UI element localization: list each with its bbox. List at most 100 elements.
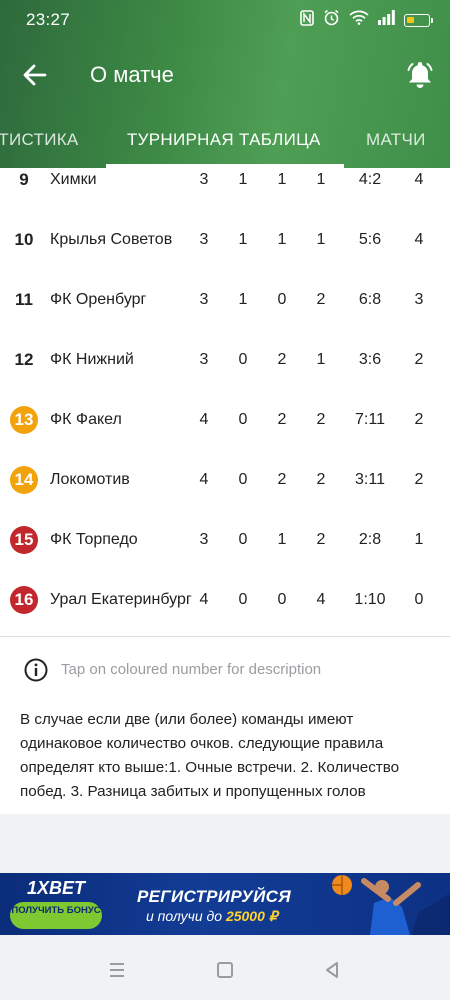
played-cell: 4 (199, 411, 209, 428)
losses-cell: 2 (316, 291, 326, 308)
wins-cell: 0 (238, 351, 248, 368)
page-title: О матче (90, 62, 174, 87)
team-name: Урал Екатеринбург (50, 591, 192, 608)
position-number: 12 (14, 350, 34, 369)
team-name: ФК Торпедо (50, 531, 138, 548)
table-row[interactable]: 11 ФК Оренбург 3 1 0 2 6:8 3 (0, 270, 450, 330)
goals-cell: 4:2 (358, 171, 382, 188)
table-row[interactable]: 14 Локомотив 4 0 2 2 3:11 2 (0, 450, 450, 510)
wins-cell: 1 (238, 291, 248, 308)
info-icon (24, 658, 48, 682)
ad-subline: и получи до 25000 ₽ (146, 908, 278, 925)
recents-button[interactable] (105, 958, 129, 982)
losses-cell: 2 (316, 471, 326, 488)
info-section: Tap on coloured number for description В… (0, 637, 450, 814)
ad-bonus-button[interactable]: ПОЛУЧИТЬ БОНУС (10, 902, 102, 929)
team-name: Химки (50, 171, 97, 188)
goals-cell: 1:10 (354, 591, 386, 608)
bell-icon (407, 62, 433, 88)
table-row[interactable]: 10 Крылья Советов 3 1 1 1 5:6 4 (0, 210, 450, 270)
position-number: 9 (19, 170, 29, 189)
wins-cell: 0 (238, 471, 248, 488)
notifications-button[interactable] (402, 57, 438, 93)
table-row[interactable]: 13 ФК Факел 4 0 2 2 7:11 2 (0, 390, 450, 450)
status-time: 23:27 (26, 10, 71, 29)
wins-cell: 1 (238, 231, 248, 248)
ad-logo: 1XBET (27, 878, 86, 898)
home-square-icon (217, 962, 233, 978)
menu-icon (110, 963, 124, 977)
ad-banner[interactable]: 1XBET ПОЛУЧИТЬ БОНУС РЕГИСТРИРУЙСЯ и пол… (0, 873, 450, 935)
draws-cell: 1 (277, 531, 287, 548)
position-number: 10 (14, 230, 34, 249)
coloured-number-hint: Tap on coloured number for description (61, 661, 322, 678)
tiebreak-rules-text: В случае если две (или более) команды им… (20, 711, 400, 800)
wins-cell: 1 (238, 171, 248, 188)
goals-cell: 5:6 (358, 231, 382, 248)
losses-cell: 2 (316, 531, 326, 548)
position-badge-orange[interactable]: 14 (10, 466, 38, 494)
draws-cell: 2 (277, 351, 287, 368)
played-cell: 3 (199, 291, 209, 308)
position-badge-orange[interactable]: 13 (10, 406, 38, 434)
system-nav-bar (0, 938, 450, 1000)
tab-bar: АТИСТИКА ТУРНИРНАЯ ТАБЛИЦА МАТЧИ (0, 112, 450, 168)
position-number: 11 (15, 290, 33, 309)
table-row[interactable]: 16 Урал Екатеринбург 4 0 0 4 1:10 0 (0, 570, 450, 630)
table-row[interactable]: 15 ФК Торпедо 3 0 1 2 2:8 1 (0, 510, 450, 570)
goals-cell: 6:8 (358, 291, 382, 308)
back-triangle-icon (326, 962, 338, 978)
team-name: Локомотив (50, 471, 130, 488)
draws-cell: 2 (277, 411, 287, 428)
played-cell: 4 (199, 471, 209, 488)
status-bar: 23:27 (0, 0, 450, 40)
team-name: ФК Нижний (50, 351, 134, 368)
played-cell: 4 (199, 591, 209, 608)
ad-headline: РЕГИСТРИРУЙСЯ (137, 887, 291, 906)
alarm-icon (323, 9, 340, 31)
tab-matches[interactable]: МАТЧИ (366, 130, 426, 150)
ad-subline-prefix: и получи до (146, 908, 223, 924)
draws-cell: 2 (277, 471, 287, 488)
losses-cell: 1 (316, 351, 326, 368)
draws-cell: 1 (277, 171, 287, 188)
team-name: ФК Факел (50, 411, 122, 428)
points-cell: 4 (414, 171, 424, 188)
goals-cell: 3:11 (355, 471, 385, 488)
table-row[interactable]: 9 Химки 3 1 1 1 4:2 4 (0, 168, 450, 210)
losses-cell: 1 (316, 231, 326, 248)
wins-cell: 0 (238, 531, 248, 548)
played-cell: 3 (199, 231, 209, 248)
signal-icon (378, 10, 395, 30)
tab-statistics[interactable]: АТИСТИКА (0, 130, 79, 150)
back-button[interactable] (18, 58, 52, 92)
team-name: ФК Оренбург (50, 291, 147, 308)
goals-cell: 3:6 (358, 351, 382, 368)
wins-cell: 0 (238, 411, 248, 428)
goals-cell: 7:11 (355, 411, 385, 428)
played-cell: 3 (199, 351, 209, 368)
position-badge-red[interactable]: 16 (10, 586, 38, 614)
draws-cell: 1 (277, 231, 287, 248)
position-badge-red[interactable]: 15 (10, 526, 38, 554)
wifi-icon (349, 10, 369, 30)
draws-cell: 0 (277, 291, 287, 308)
team-name: Крылья Советов (50, 231, 173, 248)
points-cell: 2 (414, 351, 424, 368)
app-bar: О матче (0, 40, 450, 110)
tab-standings[interactable]: ТУРНИРНАЯ ТАБЛИЦА (127, 130, 321, 150)
played-cell: 3 (199, 171, 209, 188)
points-cell: 0 (414, 591, 424, 608)
points-cell: 4 (414, 231, 424, 248)
system-back-button[interactable] (320, 958, 344, 982)
home-button[interactable] (213, 958, 237, 982)
battery-icon (404, 13, 433, 27)
points-cell: 1 (414, 531, 424, 548)
table-row[interactable]: 12 ФК Нижний 3 0 2 1 3:6 2 (0, 330, 450, 390)
losses-cell: 1 (316, 171, 326, 188)
header: 23:27 О матче ТИСТИКА ТУРНИРНАЯ ТАБЛИЦА … (0, 0, 450, 168)
status-icons (300, 9, 433, 31)
points-cell: 2 (414, 411, 424, 428)
played-cell: 3 (199, 531, 209, 548)
losses-cell: 2 (316, 411, 326, 428)
